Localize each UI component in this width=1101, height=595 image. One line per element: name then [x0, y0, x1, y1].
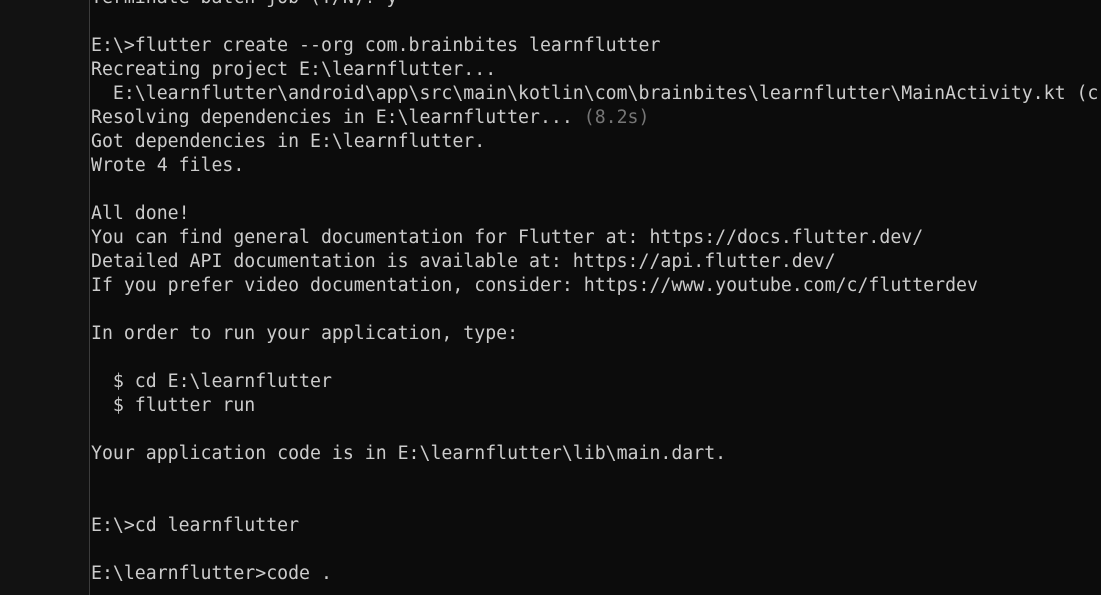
- line-text: Terminate batch job (Y/N)? y: [91, 0, 398, 8]
- terminal-line: If you prefer video documentation, consi…: [91, 274, 1101, 298]
- terminal-line: E:\learnflutter>code .: [91, 562, 1101, 586]
- terminal-line: In order to run your application, type:: [91, 322, 1101, 346]
- terminal-line: Resolving dependencies in E:\learnflutte…: [91, 106, 1101, 130]
- line-text: You can find general documentation for F…: [91, 227, 924, 248]
- side-panel: [0, 0, 89, 595]
- terminal-line: Wrote 4 files.: [91, 154, 1101, 178]
- line-text: Wrote 4 files.: [91, 155, 245, 176]
- terminal-line: E:\>flutter create --org com.brainbites …: [91, 34, 1101, 58]
- line-text: $ cd E:\learnflutter: [91, 371, 332, 392]
- terminal-output[interactable]: Terminate batch job (Y/N)? y E:\>flutter …: [91, 0, 1101, 595]
- line-text: If you prefer video documentation, consi…: [91, 275, 978, 296]
- panel-divider[interactable]: [89, 0, 90, 595]
- terminal-line: You can find general documentation for F…: [91, 226, 1101, 250]
- line-text: Got dependencies in E:\learnflutter.: [91, 131, 486, 152]
- line-text: $ flutter run: [91, 395, 256, 416]
- terminal-window: Terminate batch job (Y/N)? y E:\>flutter …: [0, 0, 1101, 595]
- terminal-line: Recreating project E:\learnflutter...: [91, 58, 1101, 82]
- terminal-line: E:\>cd learnflutter: [91, 514, 1101, 538]
- line-text: E:\>cd learnflutter: [91, 515, 300, 536]
- terminal-line: $ cd E:\learnflutter: [91, 370, 1101, 394]
- line-text: Recreating project E:\learnflutter...: [91, 59, 497, 80]
- line-text: E:\>flutter create --org com.brainbites …: [91, 35, 661, 56]
- line-text: All done!: [91, 203, 190, 224]
- line-text: Resolving dependencies in E:\learnflutte…: [91, 107, 584, 128]
- terminal-line: Terminate batch job (Y/N)? y: [91, 0, 1101, 10]
- line-text: E:\learnflutter>code .: [91, 563, 332, 584]
- line-text: In order to run your application, type:: [91, 323, 519, 344]
- terminal-line: E:\learnflutter\android\app\src\main\kot…: [91, 82, 1101, 106]
- terminal-line: Got dependencies in E:\learnflutter.: [91, 130, 1101, 154]
- line-text: Detailed API documentation is available …: [91, 251, 836, 272]
- terminal-line: Your application code is in E:\learnflut…: [91, 442, 1101, 466]
- terminal-line: $ flutter run: [91, 394, 1101, 418]
- terminal-line: All done!: [91, 202, 1101, 226]
- elapsed-time: (8.2s): [583, 107, 650, 128]
- line-text: E:\learnflutter\android\app\src\main\kot…: [91, 83, 1099, 104]
- terminal-line: Detailed API documentation is available …: [91, 250, 1101, 274]
- line-text: Your application code is in E:\learnflut…: [91, 443, 727, 464]
